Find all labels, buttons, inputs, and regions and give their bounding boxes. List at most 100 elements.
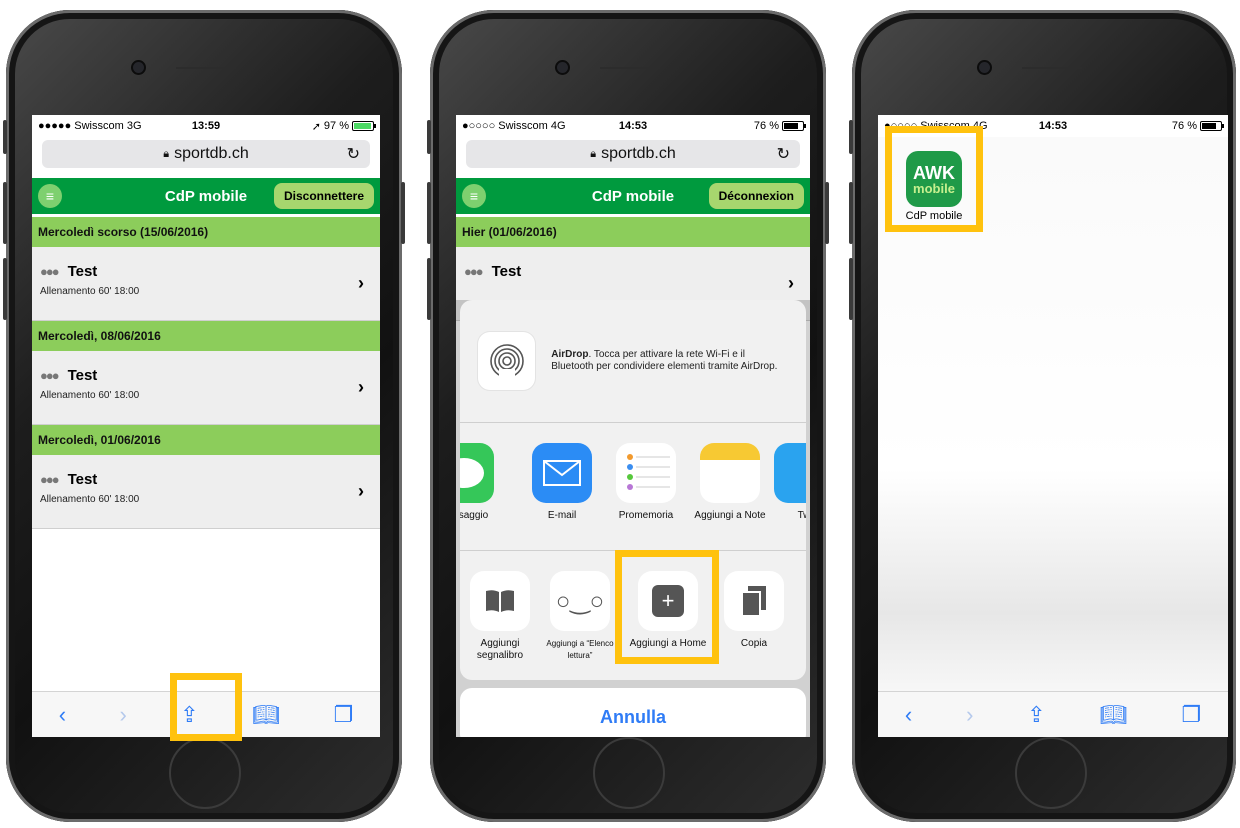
- logout-button[interactable]: Disconnettere: [273, 183, 374, 209]
- share-icon[interactable]: ⇪: [180, 702, 198, 728]
- speaker: [1022, 67, 1082, 69]
- share-apps-row: Messaggio E-mail Promemoria Aggiungi a N…: [460, 423, 806, 551]
- lock-icon: 🔒︎: [163, 147, 170, 160]
- plus-icon: +: [652, 585, 684, 617]
- glasses-icon: ○‿○: [550, 571, 610, 631]
- section-header: Mercoledì scorso (15/06/2016): [32, 217, 380, 247]
- group-icon: ●●●: [40, 368, 60, 383]
- copy-icon: [724, 571, 784, 631]
- url-text: sportdb.ch: [601, 145, 676, 162]
- tabs-icon[interactable]: ❐: [334, 702, 354, 728]
- item-title: Test: [491, 263, 522, 280]
- address-bar[interactable]: 🔒︎ sportdb.ch ↻: [466, 140, 800, 168]
- section-header: Hier (01/06/2016): [456, 217, 810, 247]
- status-bar: ●○○○○ Swisscom 4G 14:53 76 %: [456, 115, 810, 137]
- section-header: Mercoledì, 08/06/2016: [32, 321, 380, 351]
- reload-icon[interactable]: ↻: [777, 144, 790, 164]
- back-icon[interactable]: ‹: [59, 702, 66, 728]
- logout-button[interactable]: Déconnexion: [708, 183, 804, 209]
- app-messages[interactable]: Messaggio: [460, 443, 504, 522]
- app-label: E-mail: [547, 510, 577, 521]
- home-button[interactable]: [593, 737, 665, 809]
- airdrop-title: AirDrop: [551, 349, 589, 360]
- bookmarks-icon[interactable]: 📖︎: [1100, 702, 1128, 728]
- reload-icon[interactable]: ↻: [347, 144, 360, 164]
- camera: [557, 62, 568, 73]
- action-reading-list[interactable]: ○‿○ Aggiungi a “Elenco lettura”: [540, 571, 620, 662]
- app-icon-text: AWK: [913, 162, 955, 183]
- item-subtitle: Allenamento 60' 18:00: [40, 494, 140, 505]
- cancel-button[interactable]: Annulla: [460, 688, 806, 737]
- forward-icon[interactable]: ›: [966, 702, 973, 728]
- home-button[interactable]: [169, 737, 241, 809]
- network-type: 4G: [972, 120, 988, 132]
- share-icon[interactable]: ⇪: [1027, 702, 1045, 728]
- app-reminders[interactable]: Promemoria: [606, 443, 686, 522]
- item-title: Test: [67, 471, 98, 488]
- address-bar[interactable]: 🔒︎ sportdb.ch ↻: [42, 140, 370, 168]
- item-title: Test: [67, 367, 98, 384]
- group-icon: ●●●: [40, 472, 60, 487]
- home-button[interactable]: [1015, 737, 1087, 809]
- app-mail[interactable]: E-mail: [522, 443, 602, 522]
- list-item[interactable]: ●●● Test Allenamento 60' 18:00 ›: [32, 247, 380, 321]
- group-icon: ●●●: [40, 264, 60, 279]
- phone-frame-1: ●●●●● Swisscom 3G 13:59 ➚ 97 % 🔒︎ sportdb…: [3, 10, 405, 822]
- battery-icon: [352, 121, 376, 131]
- phone-frame-2: ●○○○○ Swisscom 4G 14:53 76 % 🔒︎ sportdb.…: [427, 10, 829, 822]
- forward-icon[interactable]: ›: [119, 702, 126, 728]
- camera: [979, 62, 990, 73]
- back-icon[interactable]: ‹: [905, 702, 912, 728]
- lock-icon: 🔒︎: [590, 147, 597, 160]
- list-item[interactable]: ●●● Test Allenamento 60' 18:00 ›: [32, 455, 380, 529]
- bookmarks-icon[interactable]: 📖︎: [252, 702, 280, 728]
- battery-icon: [1200, 121, 1224, 131]
- menu-icon[interactable]: ≡: [462, 184, 486, 208]
- app-header: ≡ CdP mobile Disconnettere: [32, 178, 380, 214]
- battery-icon: [782, 121, 806, 131]
- awk-mobile-app-icon[interactable]: AWK mobile: [906, 151, 962, 207]
- app-label: Aggiungi a Note: [694, 510, 766, 521]
- screen-3: ●○○○○ Swisscom 4G 14:53 76 % AWK mobile …: [878, 115, 1228, 737]
- app-icon-subtext: mobile: [913, 180, 955, 196]
- action-add-to-home[interactable]: + Aggiungi a Home: [628, 571, 708, 650]
- book-icon: [470, 571, 530, 631]
- action-copy[interactable]: Copia: [714, 571, 794, 650]
- action-add-bookmark[interactable]: Aggiungi segnalibro: [460, 571, 540, 662]
- tabs-icon[interactable]: ❐: [1181, 702, 1201, 728]
- safari-toolbar: ‹ › ⇪ 📖︎ ❐: [32, 691, 380, 737]
- chevron-right-icon: ›: [788, 273, 794, 293]
- menu-icon[interactable]: ≡: [38, 184, 62, 208]
- airdrop-row[interactable]: AirDrop. Tocca per attivare la rete Wi-F…: [460, 300, 806, 423]
- action-label: Aggiungi a “Elenco lettura”: [546, 639, 614, 660]
- battery-percent: 97 %: [323, 120, 349, 132]
- mail-icon: [532, 443, 592, 503]
- battery-percent: 76 %: [753, 120, 779, 132]
- add-home-icon: +: [638, 571, 698, 631]
- section-header: Mercoledì, 01/06/2016: [32, 425, 380, 455]
- phone-frame-3: ●○○○○ Swisscom 4G 14:53 76 % AWK mobile …: [849, 10, 1236, 822]
- url-text: sportdb.ch: [174, 145, 249, 162]
- speaker: [176, 67, 236, 69]
- app-notes[interactable]: Aggiungi a Note: [690, 443, 770, 522]
- twitter-icon: [774, 443, 806, 503]
- list-item[interactable]: ●●● Test Allenamento 60' 18:00 ›: [32, 351, 380, 425]
- app-twitter[interactable]: Tw: [764, 443, 806, 522]
- airdrop-icon: [478, 332, 536, 390]
- chevron-right-icon: ›: [358, 481, 364, 501]
- carrier: ●●●●● Swisscom: [38, 120, 124, 132]
- network-type: 4G: [550, 120, 566, 132]
- group-icon: ●●●: [464, 264, 484, 279]
- notes-icon: [700, 443, 760, 503]
- reminders-icon: [616, 443, 676, 503]
- carrier: ●○○○○ Swisscom: [884, 120, 970, 132]
- action-label: Aggiungi segnalibro: [476, 638, 524, 661]
- app-label: Tw: [797, 510, 806, 521]
- action-label: Copia: [740, 638, 768, 649]
- speaker: [600, 67, 660, 69]
- location-icon: ➚: [311, 120, 321, 133]
- screen-1: ●●●●● Swisscom 3G 13:59 ➚ 97 % 🔒︎ sportdb…: [32, 115, 380, 737]
- app-header: ≡ CdP mobile Déconnexion: [456, 178, 810, 214]
- carrier: ●○○○○ Swisscom: [462, 120, 548, 132]
- camera: [133, 62, 144, 73]
